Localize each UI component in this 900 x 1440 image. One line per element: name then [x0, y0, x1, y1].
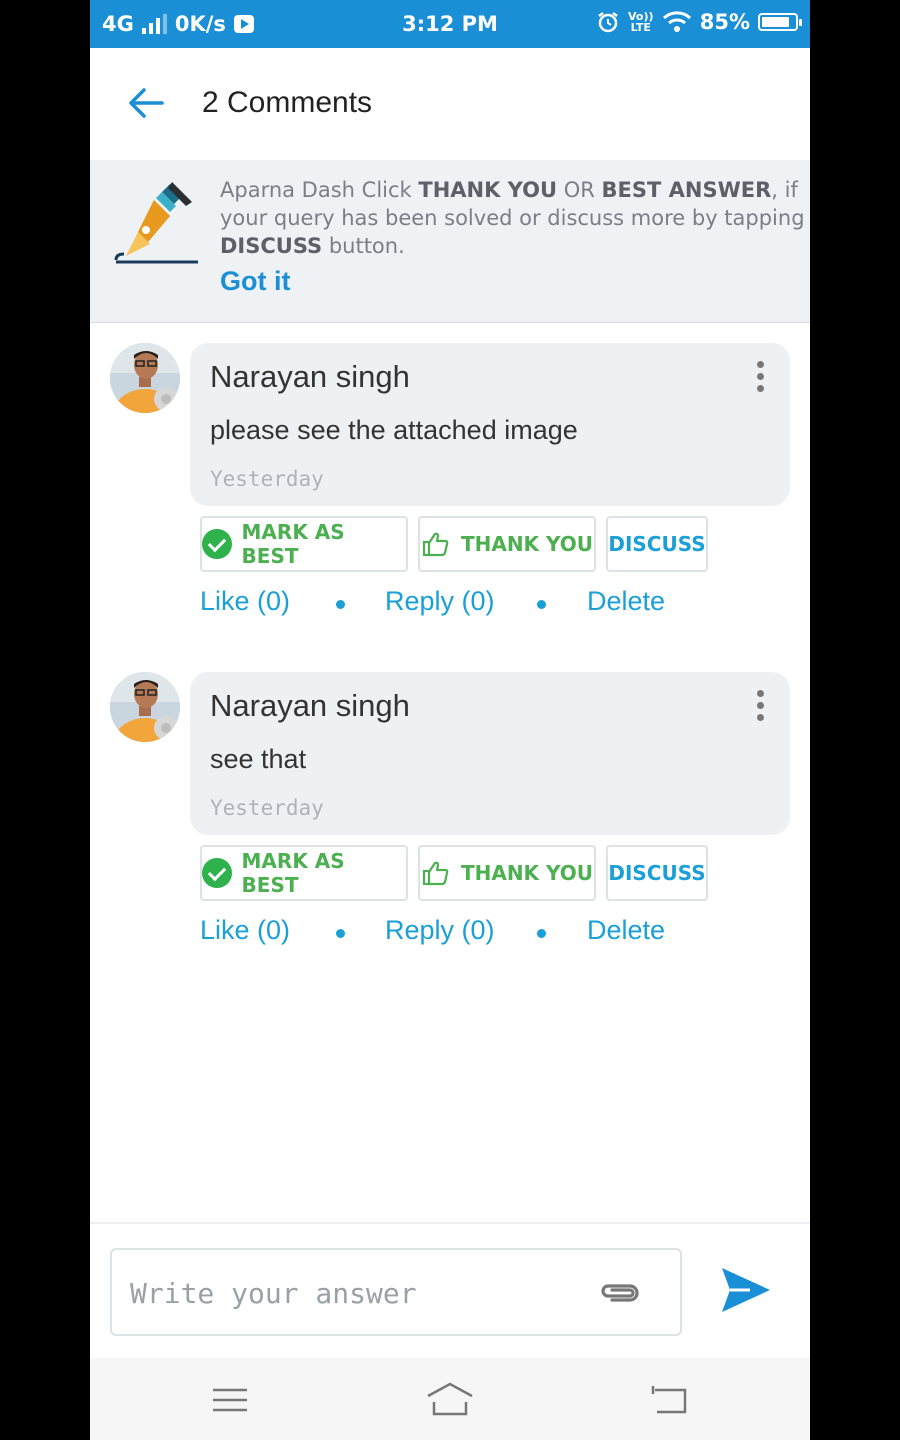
like-link[interactable]: Like (0)	[200, 586, 290, 617]
comment-text: please see the attached image	[210, 415, 578, 445]
mark-as-best-label: MARK AS BEST	[241, 520, 345, 568]
battery-fill	[762, 17, 790, 27]
app-screen: 4G 0K/s 3:12 PM Vo)) LTE 85% 2 Comments	[90, 0, 810, 1440]
separator-dot	[336, 600, 345, 609]
avatar-image	[110, 672, 180, 742]
reply-link[interactable]: Reply (0)	[385, 915, 495, 946]
mark-as-best-button[interactable]: MARK AS BEST	[200, 516, 408, 572]
discuss-button[interactable]: DISCUSS	[606, 845, 708, 901]
divider	[90, 1222, 810, 1224]
thank-you-button[interactable]: THANK YOU	[418, 516, 596, 572]
separator-dot	[537, 929, 546, 938]
reply-link[interactable]: Reply (0)	[385, 586, 495, 617]
wifi-icon	[662, 11, 691, 32]
check-circle-icon	[202, 858, 232, 888]
alarm-icon	[597, 12, 618, 33]
more-options-icon[interactable]	[754, 361, 766, 397]
status-right: Vo)) LTE 85%	[596, 10, 802, 34]
comment-author[interactable]: Narayan singh	[210, 688, 410, 724]
back-arrow-icon	[129, 88, 164, 118]
attachment-clip-icon[interactable]	[598, 1278, 642, 1308]
separator-dot	[537, 600, 546, 609]
home-icon[interactable]	[425, 1378, 475, 1422]
tip-text: Aparna Dash Click THANK YOU OR BEST ANSW…	[220, 176, 805, 260]
mark-as-best-label: MARK AS BEST	[241, 849, 345, 897]
discuss-button[interactable]: DISCUSS	[606, 516, 708, 572]
back-nav-icon[interactable]	[645, 1378, 695, 1422]
thumbs-up-icon	[422, 532, 449, 557]
check-circle-icon	[202, 529, 232, 559]
avatar[interactable]	[110, 343, 180, 413]
system-nav-bar	[90, 1358, 810, 1440]
comment-links: Like (0) Reply (0) Delete	[200, 915, 760, 955]
comment-time: Yesterday	[210, 796, 324, 820]
battery-percent: 85%	[699, 10, 750, 34]
tip-best-answer: BEST ANSWER	[601, 178, 772, 202]
send-icon[interactable]	[718, 1262, 774, 1318]
menu-icon[interactable]	[205, 1378, 255, 1422]
page-title: 2 Comments	[202, 86, 373, 119]
separator-dot	[336, 929, 345, 938]
status-bar: 4G 0K/s 3:12 PM Vo)) LTE 85%	[90, 0, 810, 48]
delete-link[interactable]: Delete	[587, 586, 665, 617]
tip-discuss: DISCUSS	[220, 234, 323, 258]
tip-user-name: Aparna Dash	[220, 178, 355, 202]
comment-item: Narayan singh please see the attached im…	[90, 343, 810, 643]
delete-link[interactable]: Delete	[587, 915, 665, 946]
thumbs-up-icon	[422, 861, 449, 886]
comment-time: Yesterday	[210, 467, 324, 491]
answer-input[interactable]	[128, 1270, 572, 1316]
comment-item: Narayan singh see that Yesterday MARK AS…	[90, 672, 810, 972]
tip-text-part: OR	[557, 178, 602, 202]
discuss-label: DISCUSS	[608, 532, 706, 556]
comment-links: Like (0) Reply (0) Delete	[200, 586, 760, 626]
more-options-icon[interactable]	[754, 690, 766, 726]
mark-as-best-button[interactable]: MARK AS BEST	[200, 845, 408, 901]
tip-text-part: button.	[322, 234, 405, 258]
comment-bubble: Narayan singh please see the attached im…	[190, 343, 790, 506]
back-button[interactable]	[122, 78, 172, 128]
avatar[interactable]	[110, 672, 180, 742]
avatar-image	[110, 343, 180, 413]
thank-you-label: THANK YOU	[460, 532, 594, 556]
pen-nib-icon	[114, 182, 198, 264]
answer-input-box	[110, 1248, 682, 1336]
thank-you-button[interactable]: THANK YOU	[418, 845, 596, 901]
comment-text: see that	[210, 744, 307, 774]
tip-thank-you: THANK YOU	[418, 178, 558, 202]
volte-icon: Vo)) LTE	[627, 10, 654, 34]
thank-you-label: THANK YOU	[460, 861, 594, 885]
top-bar: 2 Comments	[90, 48, 810, 160]
got-it-button[interactable]: Got it	[220, 266, 290, 297]
battery-icon	[758, 13, 802, 31]
tip-banner: Aparna Dash Click THANK YOU OR BEST ANSW…	[90, 160, 810, 323]
comment-author[interactable]: Narayan singh	[210, 359, 410, 395]
discuss-label: DISCUSS	[608, 861, 706, 885]
comment-bubble: Narayan singh see that Yesterday	[190, 672, 790, 835]
tip-text-part: Click	[354, 178, 419, 202]
like-link[interactable]: Like (0)	[200, 915, 290, 946]
